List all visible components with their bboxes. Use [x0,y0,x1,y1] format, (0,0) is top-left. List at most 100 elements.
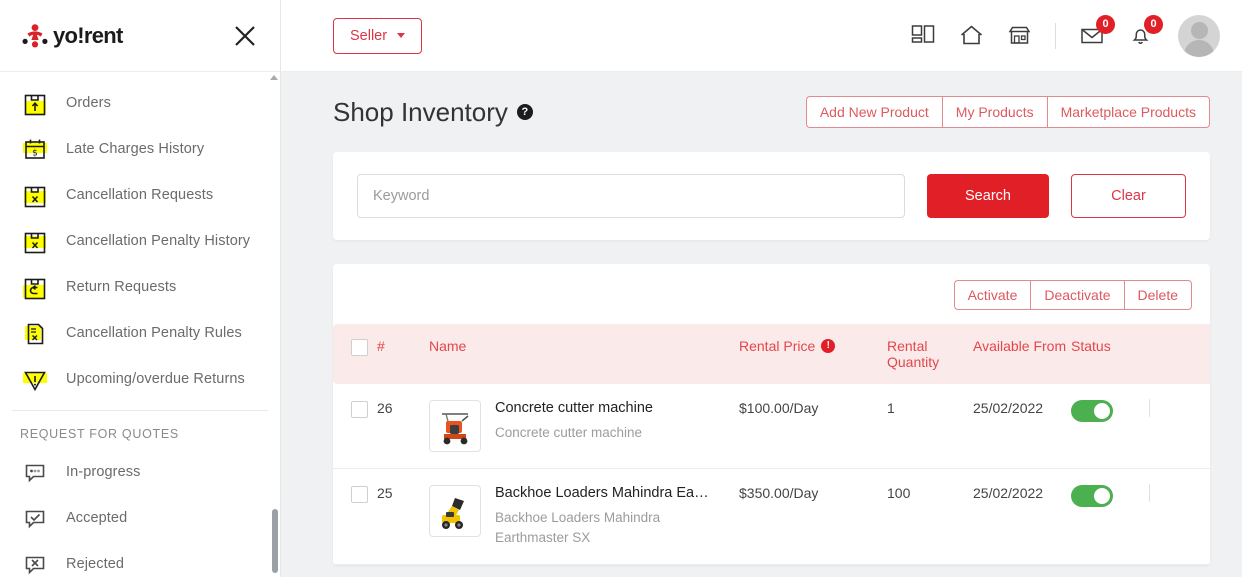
avatar[interactable] [1178,14,1220,57]
mail-badge: 0 [1096,14,1115,34]
sidebar-item-label: Cancellation Penalty Rules [66,325,242,341]
column-status: Status [1071,324,1149,384]
row-rental-quantity: 1 [887,384,973,469]
sidebar-item-upcoming-overdue-returns[interactable]: Upcoming/overdue Returns [0,356,280,402]
sidebar-item-cancellation-requests[interactable]: Cancellation Requests [0,172,280,218]
sidebar-item-rejected[interactable]: Rejected [0,541,280,577]
row-actions-cell [1149,384,1210,469]
info-icon[interactable]: ! [821,339,836,353]
bulk-action-bar: Activate Deactivate Delete [333,280,1210,324]
app-root: yo!rent Orders $ Late Charges History Ca… [0,0,1242,577]
column-available-from: Available From [973,324,1071,384]
bell-badge: 0 [1144,14,1163,34]
search-row: Search Clear [357,174,1186,218]
sidebar-item-cancellation-penalty-history[interactable]: Cancellation Penalty History [0,218,280,264]
clear-button[interactable]: Clear [1071,174,1186,218]
column-actions [1149,324,1210,384]
sidebar-item-label: Rejected [66,556,125,572]
column-number: # [377,324,429,384]
sidebar-item-label: Late Charges History [66,141,205,157]
product-name[interactable]: Concrete cutter machine [495,400,653,417]
sidebar-item-in-progress[interactable]: In-progress [0,449,280,495]
seller-dropdown-button[interactable]: Seller [333,17,423,54]
row-available-from: 25/02/2022 [973,384,1071,469]
box-x-icon [20,226,50,256]
add-new-product-button[interactable]: Add New Product [805,96,942,128]
avatar-body [1184,39,1214,57]
sidebar-item-label: Upcoming/overdue Returns [66,371,245,387]
status-toggle[interactable] [1071,485,1113,507]
search-panel: Search Clear [333,152,1210,240]
mail-icon[interactable]: 0 [1078,14,1115,50]
row-status-cell [1071,468,1149,565]
warning-triangle-icon [20,364,50,394]
sidebar-item-late-charges-history[interactable]: $ Late Charges History [0,126,280,172]
sidebar-item-return-requests[interactable]: Return Requests [0,264,280,310]
main-area: Seller 0 0 Shop Inventory ? Add New Prod… [281,0,1242,577]
column-rental-quantity: Rental Quantity [887,324,973,384]
marketplace-products-button[interactable]: Marketplace Products [1046,96,1210,128]
select-all-checkbox[interactable] [351,338,368,356]
sidebar-group-title: REQUEST FOR QUOTES [20,427,179,441]
sidebar-item-label: Cancellation Requests [66,187,214,203]
box-return-arrow-icon [20,272,50,302]
row-number: 25 [377,468,429,565]
status-toggle[interactable] [1071,400,1113,422]
chat-x-icon [20,549,50,577]
sidebar-header: yo!rent [0,0,280,72]
home-icon[interactable] [957,22,985,50]
table-body: 26 Concrete cutter machine Concrete cutt… [333,384,1210,565]
svg-text:$: $ [32,148,38,158]
select-all-header [333,324,377,384]
inventory-panel: Activate Deactivate Delete # Name Rental… [333,264,1210,565]
row-checkbox[interactable] [351,400,368,418]
dashboard-grid-icon[interactable] [909,22,937,50]
page-content: Shop Inventory ? Add New Product My Prod… [281,72,1242,577]
column-name: Name [429,324,739,384]
row-rental-price: $350.00/Day [739,468,887,565]
sidebar-item-label: Accepted [66,510,128,526]
page-header: Shop Inventory ? Add New Product My Prod… [333,96,1210,128]
table-row[interactable]: 25 Backhoe Loaders Mahindra Ear… Backhoe… [333,468,1210,565]
bulk-action-buttons: Activate Deactivate Delete [953,280,1192,310]
row-select-cell [333,384,377,469]
my-products-button[interactable]: My Products [941,96,1047,128]
brand-logo[interactable]: yo!rent [22,23,123,49]
sidebar-scrollbar[interactable] [272,76,278,573]
sidebar-item-accepted[interactable]: Accepted [0,495,280,541]
help-icon[interactable]: ? [516,104,533,120]
scrollbar-thumb[interactable] [272,509,278,573]
sidebar-item-label: Cancellation Penalty History [66,233,251,249]
top-bar: Seller 0 0 [281,0,1242,72]
inventory-table: # Name Rental Price ! Rental Quantity Av… [333,324,1210,565]
row-checkbox[interactable] [351,485,368,503]
row-action-button[interactable] [1149,484,1150,502]
close-sidebar-button[interactable] [230,21,260,51]
delete-button[interactable]: Delete [1123,280,1192,310]
sidebar-item-cancellation-penalty-rules[interactable]: Cancellation Penalty Rules [0,310,280,356]
sidebar: yo!rent Orders $ Late Charges History Ca… [0,0,281,577]
row-action-button[interactable] [1149,399,1150,417]
page-title: Shop Inventory ? [333,97,533,128]
toggle-knob [1094,488,1110,504]
store-icon[interactable] [1005,22,1033,50]
row-rental-price: $100.00/Day [739,384,887,469]
top-icon-group: 0 0 [909,14,1220,57]
product-name[interactable]: Backhoe Loaders Mahindra Ear… [495,485,710,502]
box-x-icon [20,180,50,210]
activate-button[interactable]: Activate [953,280,1031,310]
product-description: Concrete cutter machine [495,425,643,441]
search-input[interactable] [357,174,905,218]
toggle-knob [1094,403,1110,419]
table-head: # Name Rental Price ! Rental Quantity Av… [333,324,1210,384]
bell-icon[interactable]: 0 [1126,14,1163,50]
yorent-logo-icon [22,23,48,49]
row-number: 26 [377,384,429,469]
table-row[interactable]: 26 Concrete cutter machine Concrete cutt… [333,384,1210,469]
sidebar-item-orders[interactable]: Orders [0,80,280,126]
product-thumbnail[interactable] [429,400,481,452]
search-button[interactable]: Search [927,174,1049,218]
chat-dots-icon [20,457,50,487]
product-thumbnail[interactable] [429,485,481,537]
deactivate-button[interactable]: Deactivate [1030,280,1124,310]
